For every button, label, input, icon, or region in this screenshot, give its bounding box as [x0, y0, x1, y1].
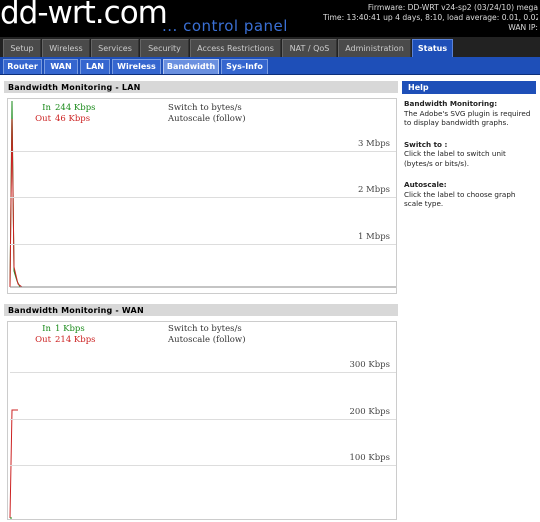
wan-out-line [9, 409, 18, 519]
logo-dotcom: .com [94, 0, 168, 31]
wan-out-row: Out 214 Kbps [30, 335, 96, 346]
lan-bandwidth-panel: Bandwidth Monitoring - LAN In 244 Kbps Ou… [4, 81, 398, 296]
lan-switch-unit-link[interactable]: Switch to bytes/s [168, 103, 246, 114]
main-tabs: Setup Wireless Services Security Access … [0, 37, 540, 57]
subtab-lan[interactable]: LAN [80, 59, 110, 74]
wan-gridline-3 [10, 465, 396, 466]
lan-grid-label-1: 3 Mbps [355, 139, 390, 149]
control-panel-subtitle: ... control panel [162, 17, 288, 35]
lan-inout: In 244 Kbps Out 46 Kbps [30, 103, 96, 125]
tab-security[interactable]: Security [140, 39, 189, 57]
help-text-bandwidth: The Adobe's SVG plugin is required to di… [404, 108, 531, 128]
firmware-text: Firmware: DD-WRT v24-sp2 (03/24/10) mega [367, 3, 538, 12]
lan-gridline-3 [10, 244, 396, 245]
tab-wireless[interactable]: Wireless [42, 39, 90, 57]
lan-graph: In 244 Kbps Out 46 Kbps Switch to bytes/s … [7, 98, 397, 294]
wan-grid-label-1: 300 Kbps [347, 360, 390, 370]
subtab-bandwidth[interactable]: Bandwidth [163, 59, 219, 74]
wan-in-label: In [42, 324, 51, 334]
lan-panel-title: Bandwidth Monitoring - LAN [4, 81, 398, 94]
subtab-wan[interactable]: WAN [44, 59, 78, 74]
sub-tabs: Router WAN LAN Wireless Bandwidth Sys-In… [0, 57, 540, 75]
lan-gridline-2 [10, 197, 396, 198]
wan-out-label: Out [35, 335, 51, 345]
help-text-switch: Click the label to switch unit (bytes/s … [404, 149, 506, 168]
lan-in-label: In [42, 103, 51, 113]
wan-ip-text: WAN IP: [508, 23, 538, 32]
lan-options: Switch to bytes/s Autoscale (follow) [168, 103, 246, 125]
help-heading-autoscale: Autoscale: [404, 180, 447, 189]
help-title: Help [402, 81, 536, 94]
logo-main: dd-wrt [0, 0, 96, 31]
help-heading-switch: Switch to : [404, 139, 448, 149]
lan-in-row: In 244 Kbps [30, 103, 96, 114]
lan-out-row: Out 46 Kbps [30, 114, 96, 125]
subtab-router[interactable]: Router [3, 59, 42, 74]
wan-graph-svg [9, 409, 18, 519]
lan-out-label: Out [35, 114, 51, 124]
lan-out-line [9, 118, 23, 288]
wan-options: Switch to bytes/s Autoscale (follow) [168, 324, 246, 346]
wan-autoscale-link[interactable]: Autoscale (follow) [168, 335, 246, 346]
wan-in-row: In 1 Kbps [30, 324, 96, 335]
tab-nat-qos[interactable]: NAT / QoS [282, 39, 337, 57]
ddwrt-logo[interactable]: dd-wrt.com [0, 0, 168, 31]
header: dd-wrt.com ... control panel Firmware: D… [0, 0, 540, 37]
help-text-autoscale: Click the label to choose graph scale ty… [404, 189, 516, 209]
subtab-wireless[interactable]: Wireless [112, 59, 161, 74]
wan-gridline-1 [10, 372, 396, 373]
router-info: Firmware: DD-WRT v24-sp2 (03/24/10) mega… [323, 3, 538, 33]
wan-switch-unit-link[interactable]: Switch to bytes/s [168, 324, 246, 335]
tab-administration[interactable]: Administration [338, 39, 411, 57]
lan-gridline-1 [10, 151, 396, 152]
wan-bandwidth-panel: Bandwidth Monitoring - WAN In 1 Kbps Out 2… [4, 304, 398, 520]
tab-access-restrictions[interactable]: Access Restrictions [190, 39, 281, 57]
wan-grid-label-2: 200 Kbps [347, 407, 390, 417]
lan-grid-label-2: 2 Mbps [355, 185, 390, 195]
help-heading-bandwidth: Bandwidth Monitoring: [404, 99, 498, 108]
wan-grid-label-3: 100 Kbps [347, 453, 390, 463]
tab-setup[interactable]: Setup [3, 39, 41, 57]
uptime-text: Time: 13:40:41 up 4 days, 8:10, load ave… [323, 13, 538, 22]
wan-graph: In 1 Kbps Out 214 Kbps Switch to bytes/s A… [7, 321, 397, 520]
tab-status[interactable]: Status [412, 39, 453, 57]
lan-in-value: 244 Kbps [55, 103, 96, 113]
wan-inout: In 1 Kbps Out 214 Kbps [30, 324, 96, 346]
lan-grid-label-3: 1 Mbps [355, 232, 390, 242]
wan-in-value: 1 Kbps [55, 324, 85, 334]
lan-autoscale-link[interactable]: Autoscale (follow) [168, 114, 246, 125]
wan-out-value: 214 Kbps [55, 335, 96, 345]
lan-out-value: 46 Kbps [55, 114, 91, 124]
help-body: Bandwidth Monitoring: The Adobe's SVG pl… [402, 94, 536, 209]
help-panel: Help Bandwidth Monitoring: The Adobe's S… [402, 81, 536, 221]
wan-gridline-2 [10, 419, 396, 420]
subtab-sys-info[interactable]: Sys-Info [221, 59, 268, 74]
tab-services[interactable]: Services [91, 39, 139, 57]
wan-panel-title: Bandwidth Monitoring - WAN [4, 304, 398, 317]
